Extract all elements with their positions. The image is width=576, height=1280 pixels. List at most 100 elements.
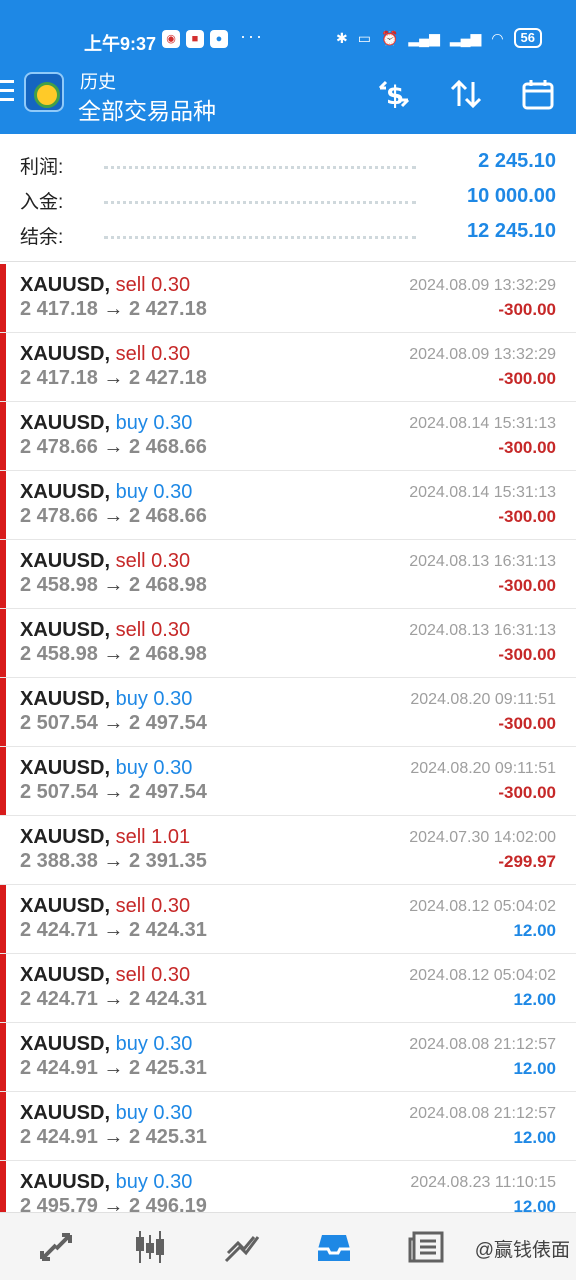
deal-symbol: XAUUSD, sell 0.30 bbox=[20, 964, 190, 987]
deal-row[interactable]: XAUUSD, buy 0.30 2 424.91 → 2 425.31 202… bbox=[0, 1023, 576, 1092]
deal-prices: 2 478.66 → 2 468.66 bbox=[20, 505, 207, 528]
deal-side: buy bbox=[115, 481, 148, 503]
deal-symbol: XAUUSD, sell 0.30 bbox=[20, 550, 190, 573]
deal-profit: -300.00 bbox=[498, 438, 556, 457]
bottom-nav: @赢钱俵面 bbox=[0, 1212, 576, 1280]
deal-volume: 0.30 bbox=[153, 757, 193, 779]
profit-value: 2 245.10 bbox=[478, 150, 556, 172]
signal-icon: ▂▄▆ bbox=[408, 29, 440, 46]
deal-volume: 0.30 bbox=[153, 688, 193, 710]
symbol-text: XAUUSD, bbox=[20, 964, 111, 986]
deal-volume: 0.30 bbox=[153, 1171, 193, 1193]
arrow-right-icon: → bbox=[103, 850, 124, 872]
app-icon-1: ◉ bbox=[162, 30, 180, 48]
deal-profit: -300.00 bbox=[498, 300, 556, 319]
deal-side: buy bbox=[115, 1171, 148, 1193]
deal-row[interactable]: XAUUSD, sell 0.30 2 417.18 → 2 427.18 20… bbox=[0, 264, 576, 333]
symbol-text: XAUUSD, bbox=[20, 826, 111, 848]
deal-side: sell bbox=[115, 274, 146, 296]
chart-icon[interactable] bbox=[128, 1227, 172, 1267]
deal-symbol: XAUUSD, sell 0.30 bbox=[20, 343, 190, 366]
profit-row: 利润: 2 245.10 bbox=[20, 150, 556, 180]
deal-row[interactable]: XAUUSD, buy 0.30 2 478.66 → 2 468.66 202… bbox=[0, 402, 576, 471]
open-price: 2 417.18 bbox=[20, 367, 98, 389]
open-price: 2 388.38 bbox=[20, 850, 98, 872]
symbol-text: XAUUSD, bbox=[20, 550, 111, 572]
deal-time: 2024.08.14 15:31:13 bbox=[409, 415, 556, 432]
deal-row[interactable]: XAUUSD, sell 0.30 2 424.71 → 2 424.31 20… bbox=[0, 885, 576, 954]
arrow-right-icon: → bbox=[103, 574, 124, 596]
close-price: 2 497.54 bbox=[128, 781, 207, 803]
quotes-icon[interactable] bbox=[34, 1227, 78, 1267]
deal-row[interactable]: XAUUSD, sell 1.01 2 388.38 → 2 391.35 20… bbox=[0, 816, 576, 885]
deal-row[interactable]: XAUUSD, buy 0.30 2 507.54 → 2 497.54 202… bbox=[0, 747, 576, 816]
dollar-swap-icon[interactable]: $ bbox=[374, 74, 414, 114]
deal-symbol: XAUUSD, sell 1.01 bbox=[20, 826, 190, 849]
calendar-icon[interactable] bbox=[518, 74, 558, 114]
history-icon[interactable] bbox=[312, 1227, 356, 1267]
deal-volume: 1.01 bbox=[151, 826, 191, 848]
notification-icons: ◉ ■ ● bbox=[162, 30, 228, 48]
deal-row[interactable]: XAUUSD, buy 0.30 2 507.54 → 2 497.54 202… bbox=[0, 678, 576, 747]
deal-prices: 2 478.66 → 2 468.66 bbox=[20, 436, 207, 459]
close-price: 2 427.18 bbox=[128, 298, 207, 320]
deal-side: buy bbox=[115, 757, 148, 779]
deal-profit: -299.97 bbox=[498, 852, 556, 871]
deal-profit: -300.00 bbox=[498, 369, 556, 388]
symbol-text: XAUUSD, bbox=[20, 1102, 111, 1124]
close-price: 2 427.18 bbox=[128, 367, 207, 389]
system-icons: ✱ ▭ ⏰ ▂▄▆ ▂▄▆ ◠ 56 bbox=[336, 28, 542, 48]
deal-row[interactable]: XAUUSD, sell 0.30 2 424.71 → 2 424.31 20… bbox=[0, 954, 576, 1023]
deal-prices: 2 388.38 → 2 391.35 bbox=[20, 850, 207, 873]
deal-profit: -300.00 bbox=[498, 714, 556, 733]
arrow-right-icon: → bbox=[103, 919, 124, 941]
arrow-right-icon: → bbox=[103, 298, 124, 320]
deal-time: 2024.08.09 13:32:29 bbox=[409, 346, 556, 363]
dotted-leader bbox=[104, 166, 416, 169]
trade-icon[interactable] bbox=[220, 1227, 264, 1267]
watermark-text: @赢钱俵面 bbox=[474, 1240, 570, 1261]
deal-list: XAUUSD, sell 0.30 2 417.18 → 2 427.18 20… bbox=[0, 264, 576, 1230]
deal-volume: 0.30 bbox=[153, 1102, 193, 1124]
deal-symbol: XAUUSD, buy 0.30 bbox=[20, 1033, 192, 1056]
deal-side: sell bbox=[115, 964, 146, 986]
deal-volume: 0.30 bbox=[151, 964, 191, 986]
open-price: 2 478.66 bbox=[20, 505, 98, 527]
deal-volume: 0.30 bbox=[151, 343, 191, 365]
balance-value: 12 245.10 bbox=[467, 220, 556, 242]
deal-time: 2024.08.20 09:11:51 bbox=[410, 760, 556, 777]
deal-row[interactable]: XAUUSD, sell 0.30 2 458.98 → 2 468.98 20… bbox=[0, 540, 576, 609]
clock: 上午9:37 bbox=[84, 34, 157, 54]
deal-row[interactable]: XAUUSD, sell 0.30 2 417.18 → 2 427.18 20… bbox=[0, 333, 576, 402]
deal-side: buy bbox=[115, 412, 148, 434]
deal-row[interactable]: XAUUSD, buy 0.30 2 424.91 → 2 425.31 202… bbox=[0, 1092, 576, 1161]
deal-symbol: XAUUSD, sell 0.30 bbox=[20, 619, 190, 642]
sort-icon[interactable] bbox=[446, 74, 486, 114]
deal-profit: 12.00 bbox=[513, 990, 556, 1009]
arrow-right-icon: → bbox=[103, 781, 124, 803]
deal-symbol: XAUUSD, buy 0.30 bbox=[20, 1171, 192, 1194]
arrow-right-icon: → bbox=[103, 505, 124, 527]
app-bar: 历史 全部交易品种 $ bbox=[0, 64, 576, 134]
loss-indicator-bar bbox=[0, 402, 6, 470]
deal-prices: 2 458.98 → 2 468.98 bbox=[20, 574, 207, 597]
deal-prices: 2 424.91 → 2 425.31 bbox=[20, 1126, 207, 1149]
news-icon[interactable] bbox=[404, 1227, 448, 1267]
deal-volume: 0.30 bbox=[151, 619, 191, 641]
deal-row[interactable]: XAUUSD, sell 0.30 2 458.98 → 2 468.98 20… bbox=[0, 609, 576, 678]
open-price: 2 507.54 bbox=[20, 781, 98, 803]
deal-profit: -300.00 bbox=[498, 783, 556, 802]
deal-profit: 12.00 bbox=[513, 1128, 556, 1147]
deal-profit: -300.00 bbox=[498, 576, 556, 595]
close-price: 2 468.66 bbox=[128, 436, 207, 458]
battery-level: 56 bbox=[513, 28, 542, 48]
symbol-text: XAUUSD, bbox=[20, 688, 111, 710]
symbol-filter[interactable]: 全部交易品种 bbox=[78, 92, 216, 126]
deal-row[interactable]: XAUUSD, buy 0.30 2 478.66 → 2 468.66 202… bbox=[0, 471, 576, 540]
deal-side: buy bbox=[115, 1033, 148, 1055]
deal-prices: 2 507.54 → 2 497.54 bbox=[20, 712, 207, 735]
deal-symbol: XAUUSD, buy 0.30 bbox=[20, 688, 192, 711]
deal-prices: 2 417.18 → 2 427.18 bbox=[20, 367, 207, 390]
symbol-text: XAUUSD, bbox=[20, 1033, 111, 1055]
menu-icon[interactable] bbox=[0, 80, 14, 102]
